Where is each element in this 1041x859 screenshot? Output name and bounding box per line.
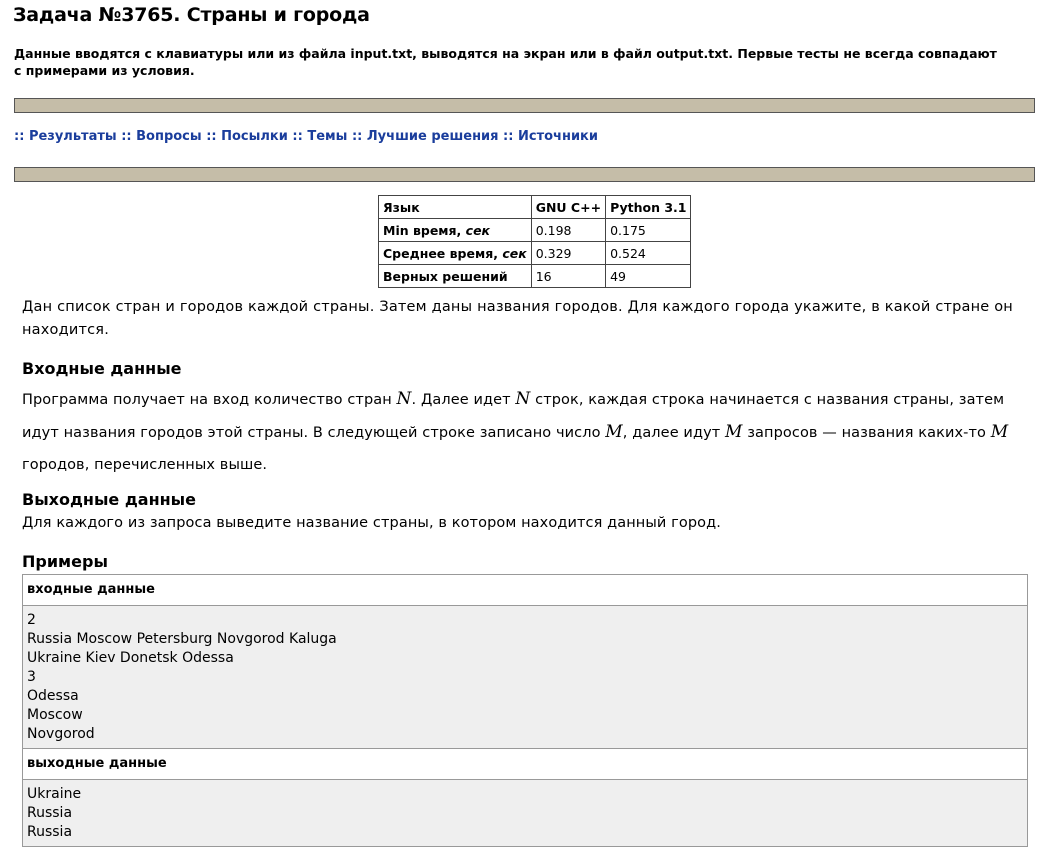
io-note: Данные вводятся с клавиатуры или из файл… [14,46,997,78]
example-output-line: Russia [27,824,73,840]
input-text: запросов — названия каких-то [742,425,991,441]
nav-link-submissions[interactable]: Посылки [221,129,288,144]
stats-row-unit: сек [502,245,527,261]
example-output-line: Ukraine [27,786,82,802]
top-divider-bar [14,98,1035,113]
stats-row-label-text: Среднее время, [383,245,498,261]
var-m: M [725,422,743,442]
example-input-line: 3 [27,669,36,685]
stats-cell: 0.175 [605,218,692,242]
example-input-label: входные данные [23,575,1027,606]
input-text: . Далее идет [411,392,516,408]
var-n: N [515,389,531,409]
stats-header-language: Язык [378,195,532,219]
var-m: M [605,422,623,442]
stats-header-cpp: GNU C++ [530,195,607,219]
stats-row-label-text: Min время, [383,222,462,238]
stats-row-min-time: Min время, сек 0.198 0.175 [378,218,692,242]
var-m: M [990,422,1009,442]
input-text: , далее идут [622,425,726,441]
example-input-line: Russia Moscow Petersburg Novgorod Kaluga [27,631,337,647]
problem-statement: Дан список стран и городов каждой страны… [22,299,1013,338]
nav-link-sources[interactable]: Источники [518,129,598,144]
nav-separator: :: [121,129,132,144]
example-input: 2 Russia Moscow Petersburg Novgorod Kalu… [23,606,1027,749]
nav-separator: :: [292,129,303,144]
stats-row-label: Верных решений [378,264,532,288]
stats-row-label: Среднее время, сек [378,241,532,265]
stats-cell: 0.198 [530,218,607,242]
stats-cell: 0.524 [605,241,692,265]
input-description: Программа получает на вход количество ст… [22,383,1030,481]
example-input-line: Odessa [27,688,79,704]
nav-link-results[interactable]: Результаты [29,129,117,144]
input-text: Программа получает на вход количество ст… [22,392,397,408]
page-title: Задача №3765. Страны и города [13,4,370,26]
stats-header-python: Python 3.1 [605,195,692,219]
input-text: городов, перечисленных выше. [22,457,268,473]
var-n: N [396,389,412,409]
stats-cell: 16 [530,264,607,288]
example-input-line: Moscow [27,707,83,723]
stats-header-row: Язык GNU C++ Python 3.1 [378,195,692,219]
nav-separator: :: [503,129,514,144]
input-section-title: Входные данные [22,359,182,378]
output-description: Для каждого из запроса выведите название… [22,515,721,531]
example-input-line: Ukraine Kiev Donetsk Odessa [27,650,234,666]
stats-row-unit: сек [465,222,491,238]
nav-link-best-solutions[interactable]: Лучшие решения [367,129,499,144]
output-section-title: Выходные данные [22,490,196,509]
nav-separator: :: [206,129,217,144]
nav-separator: :: [351,129,363,144]
problem-nav: :: Результаты :: Вопросы :: Посылки :: Т… [14,129,598,144]
stats-table: Язык GNU C++ Python 3.1 Min время, сек 0… [378,195,692,288]
stats-cell: 49 [605,264,692,288]
example-input-line: 2 [27,612,36,628]
example-output-line: Russia [27,805,73,821]
example-input-line: Novgorod [27,726,95,742]
nav-link-topics[interactable]: Темы [307,129,347,144]
bottom-divider-bar [14,167,1035,182]
stats-cell: 0.329 [530,241,607,265]
nav-link-questions[interactable]: Вопросы [136,129,202,144]
stats-row-correct: Верных решений 16 49 [378,264,692,288]
examples-title: Примеры [22,552,108,571]
example-output: Ukraine Russia Russia [23,780,1027,846]
stats-row-label: Min время, сек [378,218,532,242]
stats-row-avg-time: Среднее время, сек 0.329 0.524 [378,241,692,265]
nav-separator: :: [14,129,25,144]
example-output-label: выходные данные [23,749,1027,780]
examples-block: входные данные 2 Russia Moscow Petersbur… [22,574,1028,847]
